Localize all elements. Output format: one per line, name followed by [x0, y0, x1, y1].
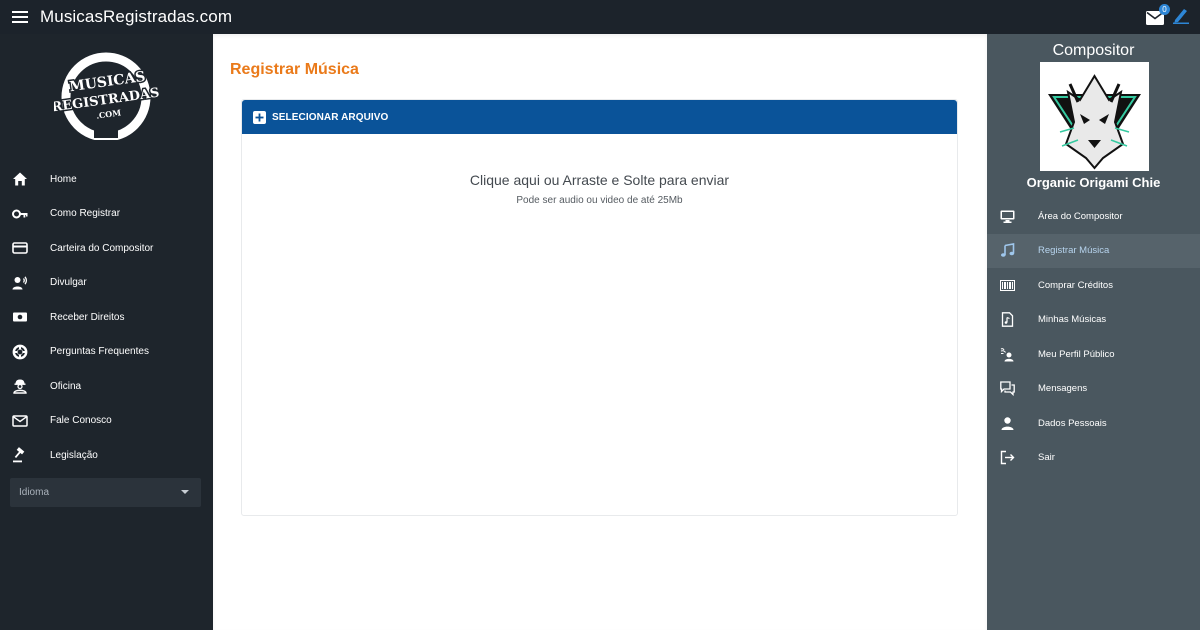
- messages-button[interactable]: 0: [1146, 4, 1170, 26]
- hamburger-menu-icon[interactable]: [0, 0, 40, 34]
- card-icon: [11, 239, 29, 257]
- nav-label: Receber Direitos: [50, 311, 125, 323]
- composer-nav-label: Área do Compositor: [1038, 210, 1123, 222]
- composer-heading: Compositor: [1052, 42, 1135, 59]
- svg-text:.COM: .COM: [96, 107, 122, 120]
- composer-nav-label: Comprar Créditos: [1038, 279, 1113, 291]
- key-icon: [11, 205, 29, 223]
- composer-nav-mensagens[interactable]: Mensagens: [987, 372, 1200, 407]
- app-title[interactable]: MusicasRegistradas.com: [40, 7, 232, 27]
- nav-label: Fale Conosco: [50, 415, 112, 427]
- pen-icon[interactable]: [1172, 6, 1190, 29]
- composer-avatar[interactable]: [1040, 62, 1149, 171]
- nav-item-fale-conosco[interactable]: Fale Conosco: [0, 404, 213, 439]
- file-drop-zone[interactable]: Clique aqui ou Arraste e Solte para envi…: [242, 134, 957, 515]
- nav-item-como-registrar[interactable]: Como Registrar: [0, 197, 213, 232]
- money-icon: [11, 308, 29, 326]
- top-app-bar: MusicasRegistradas.com 0: [0, 0, 1200, 34]
- composer-nav-sair[interactable]: Sair: [987, 441, 1200, 476]
- plus-icon: [253, 110, 266, 124]
- select-file-label: SELECIONAR ARQUIVO: [272, 111, 389, 123]
- composer-nav-comprar-creditos[interactable]: Comprar Créditos: [987, 268, 1200, 303]
- logout-icon: [999, 450, 1015, 466]
- composer-nav-area[interactable]: Área do Compositor: [987, 199, 1200, 234]
- composer-panel: Compositor Organic Origami Chie Área do …: [987, 34, 1200, 630]
- engineer-icon: [11, 377, 29, 395]
- nav-label: Oficina: [50, 380, 82, 392]
- nav-label: Home: [50, 173, 77, 185]
- composer-nav-minhas-musicas[interactable]: Minhas Músicas: [987, 303, 1200, 338]
- caret-down-icon: [181, 490, 189, 494]
- composer-nav-label: Dados Pessoais: [1038, 417, 1107, 429]
- composer-nav: Área do Compositor Registrar Música Comp…: [987, 199, 1200, 475]
- upload-card: SELECIONAR ARQUIVO Clique aqui ou Arrast…: [241, 99, 958, 516]
- lifebuoy-icon: [11, 343, 29, 361]
- composer-nav-label: Meu Perfil Público: [1038, 348, 1115, 360]
- composer-nav-label: Sair: [1038, 452, 1055, 464]
- nav-label: Como Registrar: [50, 208, 121, 220]
- gavel-icon: [11, 446, 29, 464]
- composer-nav-label: Mensagens: [1038, 383, 1088, 395]
- main-content: Registrar Música SELECIONAR ARQUIVO Cliq…: [213, 34, 987, 630]
- left-sidebar: MUSICAS REGISTRADAS .COM Home Como Regis…: [0, 34, 213, 630]
- message-count-badge: 0: [1159, 4, 1170, 15]
- main-nav: Home Como Registrar Carteira do Composit…: [0, 162, 213, 473]
- nav-item-carteira[interactable]: Carteira do Compositor: [0, 231, 213, 266]
- page-title: Registrar Música: [230, 61, 359, 78]
- composer-nav-perfil-publico[interactable]: Meu Perfil Público: [987, 337, 1200, 372]
- nav-item-receber-direitos[interactable]: Receber Direitos: [0, 300, 213, 335]
- barcode-icon: [999, 277, 1015, 293]
- nav-item-oficina[interactable]: Oficina: [0, 369, 213, 404]
- music-file-icon: [999, 312, 1015, 328]
- drop-zone-hint: Pode ser audio ou video de até 25Mb: [516, 195, 683, 206]
- select-file-button[interactable]: SELECIONAR ARQUIVO: [242, 100, 957, 134]
- site-logo[interactable]: MUSICAS REGISTRADAS .COM: [49, 52, 162, 142]
- profile-signal-icon: [999, 346, 1015, 362]
- voice-icon: [11, 274, 29, 292]
- composer-nav-label: Minhas Músicas: [1038, 314, 1107, 326]
- composer-name: Organic Origami Chie: [1026, 175, 1161, 190]
- nav-label: Divulgar: [50, 277, 87, 289]
- nav-item-legislacao[interactable]: Legislação: [0, 438, 213, 473]
- nav-item-divulgar[interactable]: Divulgar: [0, 266, 213, 301]
- nav-item-home[interactable]: Home: [0, 162, 213, 197]
- composer-nav-dados-pessoais[interactable]: Dados Pessoais: [987, 406, 1200, 441]
- music-note-icon: [999, 243, 1015, 259]
- home-icon: [11, 170, 29, 188]
- drop-zone-title: Clique aqui ou Arraste e Solte para envi…: [469, 172, 730, 188]
- person-icon: [999, 415, 1015, 431]
- chat-icon: [999, 381, 1015, 397]
- nav-item-perguntas[interactable]: Perguntas Frequentes: [0, 335, 213, 370]
- composer-nav-registrar-musica[interactable]: Registrar Música: [987, 233, 1200, 268]
- mail-icon: [11, 412, 29, 430]
- composer-nav-label: Registrar Música: [1038, 245, 1110, 257]
- nav-label: Carteira do Compositor: [50, 242, 154, 254]
- nav-label: Legislação: [50, 449, 98, 461]
- nav-label: Perguntas Frequentes: [50, 346, 149, 358]
- language-select-label: Idioma: [19, 487, 50, 498]
- monitor-icon: [999, 208, 1015, 224]
- language-select[interactable]: Idioma: [10, 478, 201, 507]
